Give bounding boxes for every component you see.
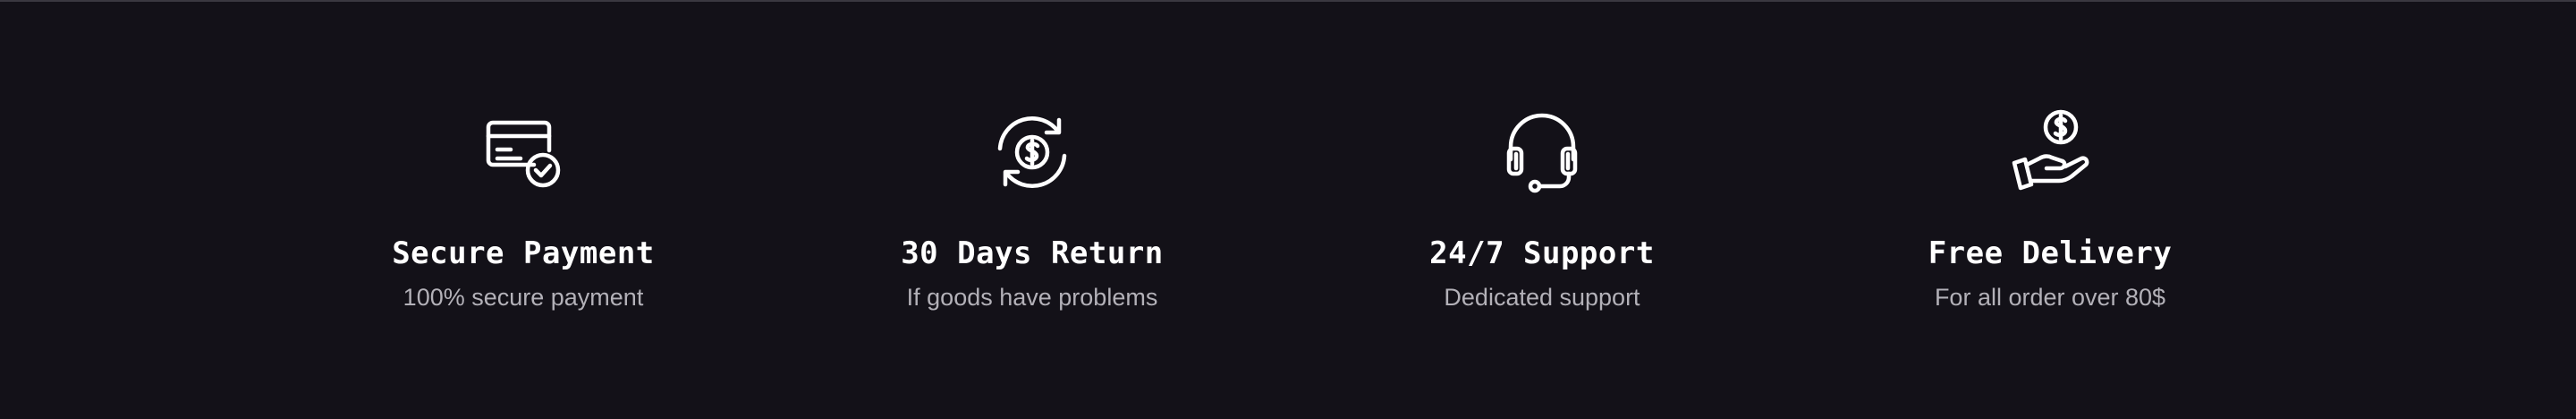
section-divider — [0, 0, 2576, 2]
feature-24-7-support: 24/7 Support Dedicated support — [1354, 109, 1730, 312]
feature-secure-payment: Secure Payment 100% secure payment — [335, 109, 711, 312]
credit-card-check-icon — [480, 109, 566, 195]
feature-subtitle: For all order over 80$ — [1934, 284, 2166, 311]
dollar-refresh-icon — [989, 109, 1075, 195]
feature-title: Secure Payment — [392, 235, 655, 271]
feature-30-days-return: 30 Days Return If goods have problems — [844, 109, 1220, 312]
feature-free-delivery: Free Delivery For all order over 80$ — [1862, 109, 2238, 312]
feature-subtitle: Dedicated support — [1444, 284, 1640, 311]
feature-subtitle: If goods have problems — [906, 284, 1158, 311]
feature-title: 24/7 Support — [1429, 235, 1655, 271]
hand-coin-icon — [2007, 109, 2093, 195]
feature-title: 30 Days Return — [901, 235, 1164, 271]
feature-subtitle: 100% secure payment — [402, 284, 644, 311]
feature-title: Free Delivery — [1928, 235, 2173, 271]
features-section: Secure Payment 100% secure payment 30 Da… — [0, 0, 2576, 419]
headset-icon — [1499, 109, 1585, 195]
